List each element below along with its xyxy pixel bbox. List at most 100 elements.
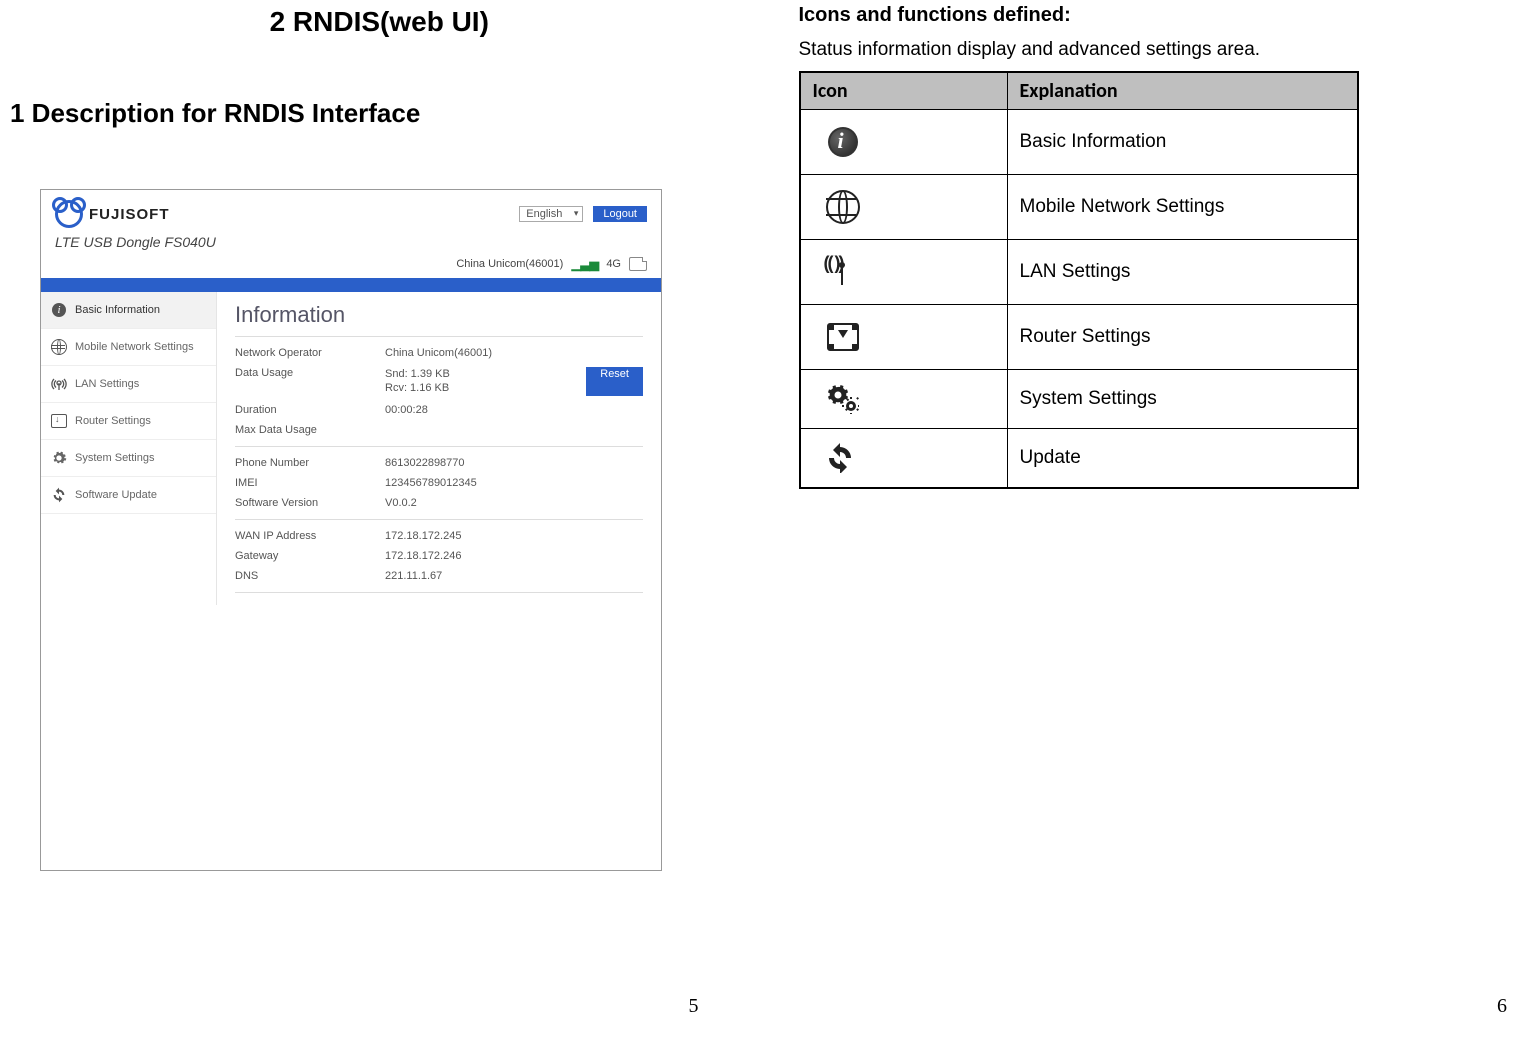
row-value [385,424,643,436]
table-row: Duration 00:00:28 [235,400,643,420]
header-icon: Icon [800,72,1008,110]
sidebar-item-label: System Settings [75,452,154,464]
globe-icon [825,189,861,225]
page-left: 2 RNDIS(web UI) 1 Description for RNDIS … [0,0,759,1038]
data-usage-snd: Snd: 1.39 KB [385,367,566,381]
icon-cell [800,175,1008,240]
icons-subheading: Status information display and advanced … [799,39,1478,61]
section-title: 1 Description for RNDIS Interface [10,98,719,129]
row-label: Max Data Usage [235,424,385,436]
brand-logo: FUJISOFT [55,200,170,228]
router-icon [825,319,861,355]
row-value: 8613022898770 [385,457,643,469]
page-right: Icons and functions defined: Status info… [759,0,1517,1038]
row-label: Software Version [235,497,385,509]
row-value: 172.18.172.246 [385,550,643,562]
info-icon: i [51,302,67,318]
gears-icon [825,384,859,414]
device-model: LTE USB Dongle FS040U [41,230,661,256]
table-row: Basic Information [800,110,1358,175]
table-row: DNS 221.11.1.67 [235,566,643,586]
sidebar-item-label: Software Update [75,489,157,501]
explanation-cell: Router Settings [1007,305,1358,370]
row-label: Gateway [235,550,385,562]
sidebar-item-system[interactable]: System Settings [41,440,216,477]
page-number-left: 5 [689,995,699,1018]
gears-icon [51,450,67,466]
content-pane: Information Network Operator China Unico… [217,292,661,605]
row-label: Duration [235,404,385,416]
document-spread: 2 RNDIS(web UI) 1 Description for RNDIS … [0,0,1517,1038]
row-label: DNS [235,570,385,582]
signal-icon: ▁▃▅ [571,256,598,272]
row-label: WAN IP Address [235,530,385,542]
icon-cell [800,110,1008,175]
row-value: Snd: 1.39 KB Rcv: 1.16 KB [385,367,566,396]
sidebar-item-lan[interactable]: LAN Settings [41,366,216,403]
row-value: 00:00:28 [385,404,643,416]
icon-explanation-table: Icon Explanation Basic Information Mobil… [799,71,1359,489]
chapter-title: 2 RNDIS(web UI) [40,6,719,38]
table-row: Mobile Network Settings [800,175,1358,240]
web-ui-screenshot: FUJISOFT English Logout LTE USB Dongle F… [40,189,662,871]
language-select[interactable]: English [519,206,583,222]
table-row: WAN IP Address 172.18.172.245 [235,526,643,546]
sidebar-item-router[interactable]: Router Settings [41,403,216,440]
refresh-icon [51,487,67,503]
row-label: Network Operator [235,347,385,359]
icon-cell [800,240,1008,305]
router-icon [51,413,67,429]
info-icon [825,124,861,160]
sidebar-nav: i Basic Information Mobile Network Setti… [41,292,217,605]
table-row: Software Version V0.0.2 [235,493,643,513]
table-row: Gateway 172.18.172.246 [235,546,643,566]
icon-cell [800,370,1008,429]
divider-bar [41,278,661,292]
reset-button[interactable]: Reset [586,367,643,396]
row-value: 123456789012345 [385,477,643,489]
sidebar-item-mobile-network[interactable]: Mobile Network Settings [41,329,216,366]
table-row: Phone Number 8613022898770 [235,453,643,473]
web-ui-body: i Basic Information Mobile Network Setti… [41,292,661,605]
icon-cell [800,305,1008,370]
brand-name: FUJISOFT [89,206,170,223]
table-row: System Settings [800,370,1358,429]
row-label: Data Usage [235,367,385,396]
table-row: Update [800,429,1358,489]
sim-icon [629,257,647,271]
info-table: Network Operator China Unicom(46001) Dat… [235,343,643,593]
logout-button[interactable]: Logout [593,206,647,222]
page-number-right: 6 [1497,995,1507,1018]
row-value: 172.18.172.245 [385,530,643,542]
status-operator: China Unicom(46001) [456,258,563,270]
row-label: IMEI [235,477,385,489]
explanation-cell: Mobile Network Settings [1007,175,1358,240]
data-usage-rcv: Rcv: 1.16 KB [385,381,566,395]
status-bar: China Unicom(46001) ▁▃▅ 4G [41,256,661,278]
sidebar-item-label: Mobile Network Settings [75,341,194,353]
table-row: Data Usage Snd: 1.39 KB Rcv: 1.16 KB Res… [235,363,643,400]
table-header-row: Icon Explanation [800,72,1358,110]
sidebar-item-update[interactable]: Software Update [41,477,216,514]
antenna-icon [825,254,861,290]
row-value: China Unicom(46001) [385,347,643,359]
header-explanation: Explanation [1007,72,1358,110]
sidebar-item-basic-info[interactable]: i Basic Information [41,292,216,329]
globe-icon [51,339,67,355]
web-ui-topbar: FUJISOFT English Logout [41,190,661,230]
table-row: IMEI 123456789012345 [235,473,643,493]
refresh-icon [825,443,855,473]
row-value: V0.0.2 [385,497,643,509]
icons-heading: Icons and functions defined: [799,4,1478,27]
sidebar-item-label: Basic Information [75,304,160,316]
network-type: 4G [606,258,621,270]
explanation-cell: Basic Information [1007,110,1358,175]
sidebar-item-label: Router Settings [75,415,151,427]
table-row: Network Operator China Unicom(46001) [235,343,643,363]
antenna-icon [51,376,67,392]
explanation-cell: LAN Settings [1007,240,1358,305]
table-row: Router Settings [800,305,1358,370]
icon-cell [800,429,1008,489]
explanation-cell: System Settings [1007,370,1358,429]
row-value: 221.11.1.67 [385,570,643,582]
